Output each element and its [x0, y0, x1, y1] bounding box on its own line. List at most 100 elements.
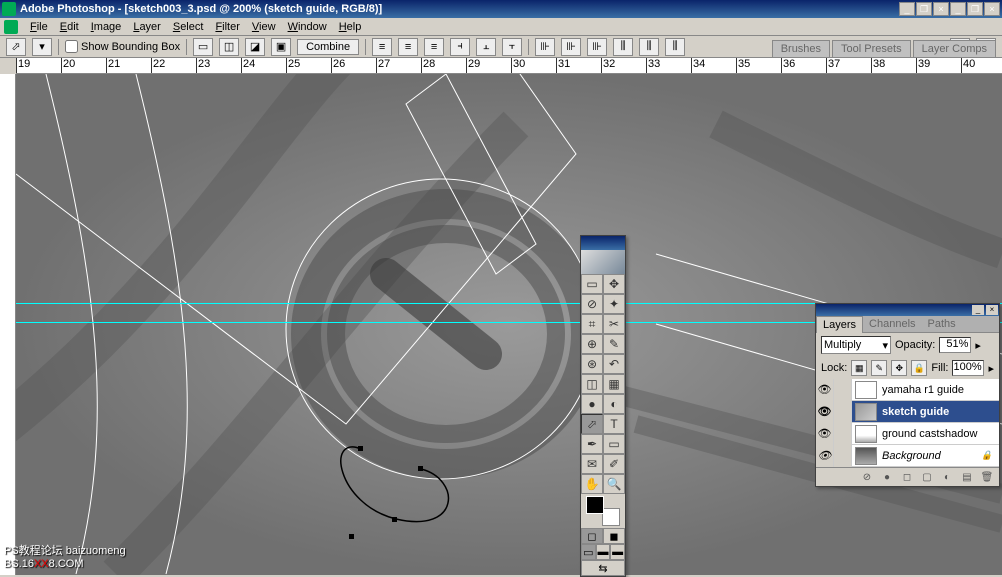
panel-tab-layers[interactable]: Layers — [816, 316, 863, 333]
distribute-4[interactable]: ⫼ — [613, 38, 633, 56]
fill-flyout[interactable]: ▸ — [988, 362, 994, 375]
layer-row[interactable]: 👁sketch guide — [816, 401, 999, 423]
screenmode-full-menus[interactable]: ▬ — [596, 544, 611, 560]
layer-link-button[interactable]: ⊘ — [859, 470, 875, 484]
eye-icon[interactable]: 👁 — [816, 401, 834, 423]
arrow-dropdown[interactable]: ▾ — [32, 38, 52, 56]
menu-window[interactable]: Window — [282, 20, 333, 34]
doc-minimize-button[interactable]: _ — [950, 2, 966, 16]
delete-layer-button[interactable]: 🗑 — [979, 470, 995, 484]
minimize-button[interactable]: _ — [899, 2, 915, 16]
new-layer-button[interactable]: ▤ — [959, 470, 975, 484]
lock-all-button[interactable]: 🔒 — [911, 360, 927, 376]
palette-tab-layer-comps[interactable]: Layer Comps — [913, 40, 996, 58]
tool-move[interactable]: ✥ — [603, 274, 625, 294]
screenmode-full[interactable]: ▬ — [610, 544, 625, 560]
standard-mode-button[interactable]: ◻ — [581, 528, 603, 544]
pathop-1[interactable]: ▭ — [193, 38, 213, 56]
tool-wand[interactable]: ✦ — [603, 294, 625, 314]
fill-input[interactable]: 100% — [952, 360, 984, 376]
menu-layer[interactable]: Layer — [127, 20, 167, 34]
restore-button[interactable]: ❐ — [916, 2, 932, 16]
pathop-4[interactable]: ▣ — [271, 38, 291, 56]
eye-icon[interactable]: 👁 — [816, 423, 834, 445]
lock-position-button[interactable]: ✥ — [891, 360, 907, 376]
menu-view[interactable]: View — [246, 20, 282, 34]
jump-to-button[interactable]: ⇆ — [581, 560, 625, 576]
palette-tab-tool-presets[interactable]: Tool Presets — [832, 40, 911, 58]
align-6[interactable]: ⫟ — [502, 38, 522, 56]
foreground-color-swatch[interactable] — [586, 496, 604, 514]
doc-close-button[interactable]: × — [984, 2, 1000, 16]
align-1[interactable]: ≡ — [372, 38, 392, 56]
distribute-6[interactable]: ⫼ — [665, 38, 685, 56]
layer-thumbnail[interactable] — [855, 447, 877, 465]
eye-icon[interactable]: 👁 — [816, 445, 834, 467]
opacity-input[interactable]: 51% — [939, 337, 971, 353]
palette-tab-brushes[interactable]: Brushes — [772, 40, 830, 58]
color-swatches[interactable] — [583, 496, 623, 526]
ruler-vertical[interactable] — [0, 74, 16, 575]
menu-help[interactable]: Help — [333, 20, 368, 34]
tool-notes[interactable]: ✉ — [581, 454, 603, 474]
tool-history[interactable]: ↶ — [603, 354, 625, 374]
eye-icon[interactable]: 👁 — [816, 379, 834, 401]
screenmode-standard[interactable]: ▭ — [581, 544, 596, 560]
layer-row[interactable]: 👁Background🔒 — [816, 445, 999, 467]
layer-link-cell[interactable] — [834, 445, 852, 467]
tool-path[interactable]: ⬀ — [581, 414, 603, 434]
tool-dodge[interactable]: ◐ — [603, 394, 625, 414]
tool-hand[interactable]: ✋ — [581, 474, 603, 494]
show-bounding-box-checkbox[interactable]: Show Bounding Box — [65, 40, 180, 53]
tool-marquee-rect[interactable]: ▭ — [581, 274, 603, 294]
distribute-1[interactable]: ⊪ — [535, 38, 555, 56]
opacity-flyout[interactable]: ▸ — [975, 339, 981, 352]
align-4[interactable]: ⫞ — [450, 38, 470, 56]
tool-brush[interactable]: ✎ — [603, 334, 625, 354]
layer-style-button[interactable]: ● — [879, 470, 895, 484]
layer-link-cell[interactable] — [834, 379, 852, 401]
tool-blur[interactable]: ● — [581, 394, 603, 414]
distribute-3[interactable]: ⊪ — [587, 38, 607, 56]
panel-tab-channels[interactable]: Channels — [863, 316, 921, 332]
tool-crop[interactable]: ⌗ — [581, 314, 603, 334]
tool-eyedrop[interactable]: ✐ — [603, 454, 625, 474]
adjustment-layer-button[interactable]: ◐ — [939, 470, 955, 484]
tool-shape[interactable]: ▭ — [603, 434, 625, 454]
tool-stamp[interactable]: ⊛ — [581, 354, 603, 374]
blend-mode-select[interactable]: Multiply▾ — [821, 336, 891, 354]
new-group-button[interactable]: ▢ — [919, 470, 935, 484]
pathop-2[interactable]: ◫ — [219, 38, 239, 56]
menu-select[interactable]: Select — [167, 20, 210, 34]
panel-tab-paths[interactable]: Paths — [922, 316, 962, 332]
background-color-swatch[interactable] — [602, 508, 620, 526]
tool-zoom[interactable]: 🔍 — [603, 474, 625, 494]
distribute-2[interactable]: ⊪ — [561, 38, 581, 56]
tool-type[interactable]: T — [603, 414, 625, 434]
distribute-5[interactable]: ⫼ — [639, 38, 659, 56]
doc-restore-button[interactable]: ❐ — [967, 2, 983, 16]
layer-link-cell[interactable] — [834, 423, 852, 445]
combine-button[interactable]: Combine — [297, 39, 359, 55]
quickmask-mode-button[interactable]: ◼ — [603, 528, 625, 544]
layer-thumbnail[interactable] — [855, 381, 877, 399]
tool-lasso[interactable]: ⊘ — [581, 294, 603, 314]
menu-file[interactable]: File — [24, 20, 54, 34]
align-2[interactable]: ≡ — [398, 38, 418, 56]
tool-pen[interactable]: ✒ — [581, 434, 603, 454]
layer-mask-button[interactable]: ◻ — [899, 470, 915, 484]
menu-filter[interactable]: Filter — [209, 20, 245, 34]
pathop-3[interactable]: ◪ — [245, 38, 265, 56]
layer-thumbnail[interactable] — [855, 425, 877, 443]
panel-close-button[interactable]: × — [986, 305, 998, 315]
tool-eraser[interactable]: ◫ — [581, 374, 603, 394]
panel-minimize-button[interactable]: _ — [972, 305, 984, 315]
close-button[interactable]: × — [933, 2, 949, 16]
lock-pixels-button[interactable]: ✎ — [871, 360, 887, 376]
lock-transparency-button[interactable]: ▦ — [851, 360, 867, 376]
layer-link-cell[interactable] — [834, 401, 852, 423]
align-3[interactable]: ≡ — [424, 38, 444, 56]
tool-preset-dropdown[interactable]: ⬀ — [6, 38, 26, 56]
layer-thumbnail[interactable] — [855, 403, 877, 421]
menu-image[interactable]: Image — [85, 20, 128, 34]
